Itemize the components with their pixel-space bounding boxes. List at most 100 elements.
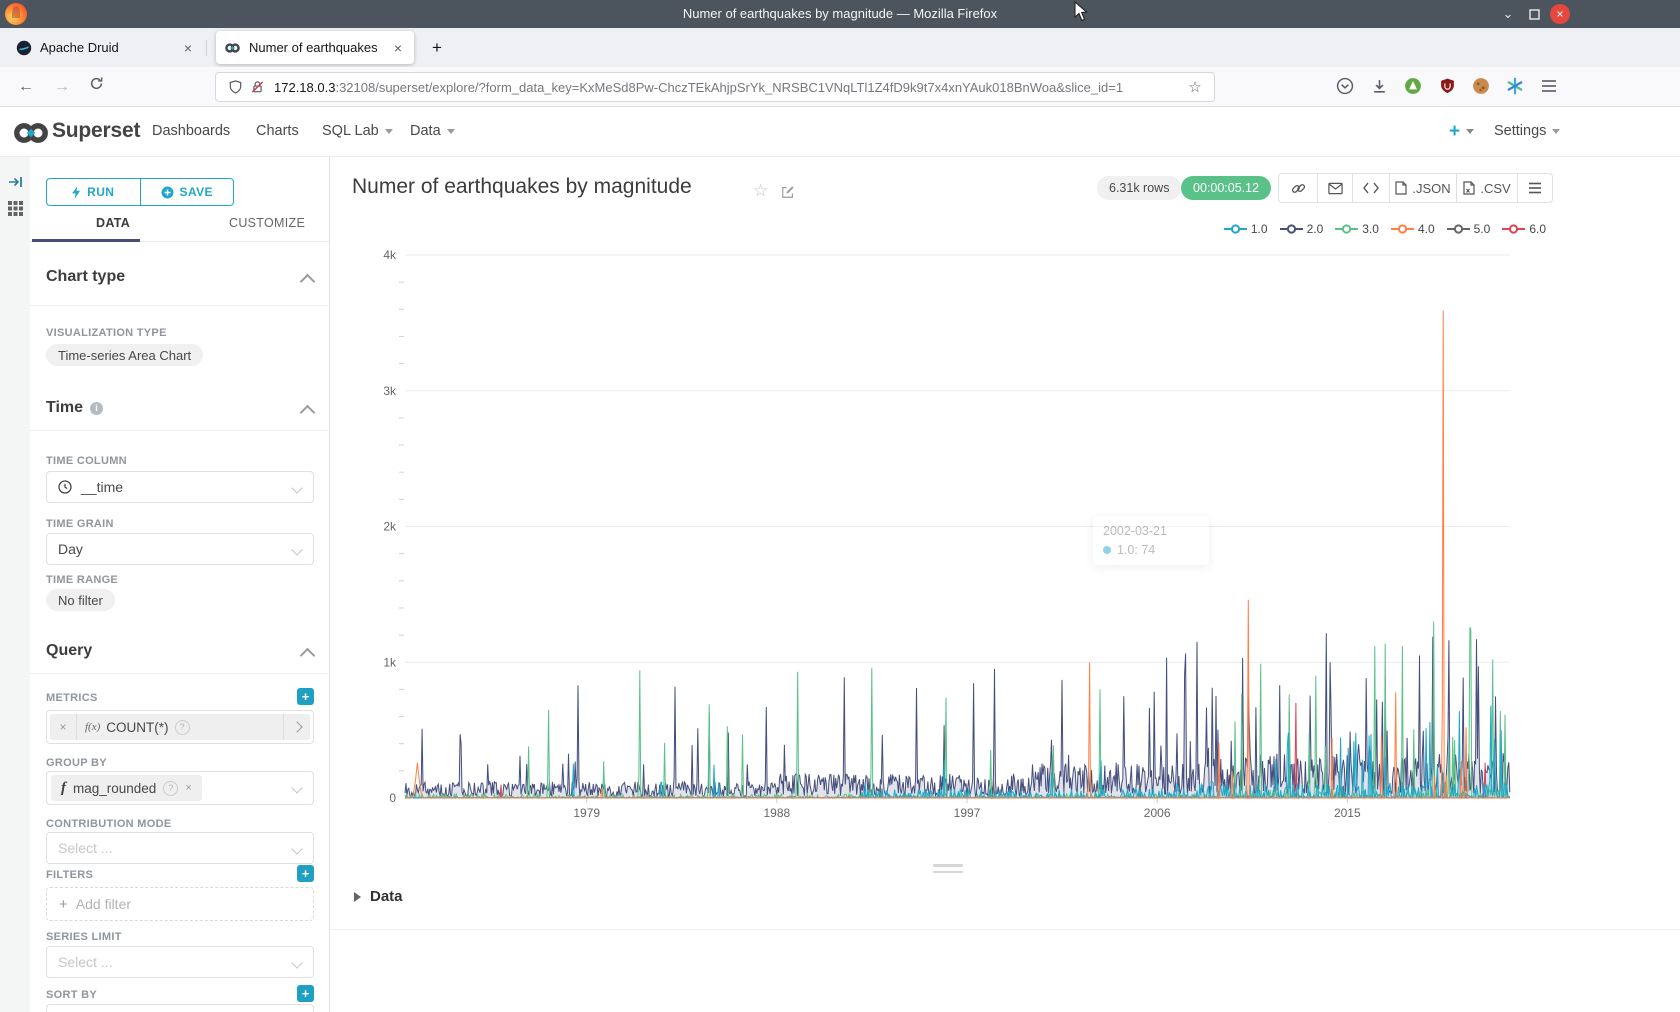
chart-menu-button[interactable] [1518,174,1552,202]
back-button[interactable]: ← [14,75,38,99]
url-text[interactable]: 172.18.0.3:32108/superset/explore/?form_… [274,80,1184,95]
time-grain-label: TIME GRAIN [46,518,114,530]
cookie-icon[interactable] [1470,75,1492,97]
ublock-icon[interactable] [1436,75,1458,97]
plus-icon: + [432,38,442,57]
shield-icon[interactable] [224,76,246,98]
sort-by-select[interactable] [46,1004,314,1012]
legend-item-5.0[interactable]: 5.0 [1447,222,1491,236]
remove-column-icon[interactable]: × [185,782,191,794]
legend-label: 4.0 [1418,222,1435,236]
export-csv-button[interactable]: .CSV [1457,174,1518,202]
legend-item-4.0[interactable]: 4.0 [1391,222,1435,236]
nav-item-dashboards[interactable]: Dashboards [152,123,230,139]
active-tab-indicator [32,239,140,242]
legend-item-3.0[interactable]: 3.0 [1335,222,1379,236]
tab-separator [206,40,207,56]
add-new-button[interactable]: + [1449,121,1474,143]
file-icon [1395,181,1407,195]
superset-logo-icon [12,120,50,146]
caret-right-icon [354,892,361,902]
time-column-select[interactable]: __time [46,471,314,503]
time-range-pill[interactable]: No filter [46,589,115,611]
favorite-star-icon[interactable]: ☆ [753,181,768,201]
run-button[interactable]: RUN [46,178,140,206]
mouse-cursor [1074,1,1089,22]
time-range-label: TIME RANGE [46,574,118,586]
save-button[interactable]: SAVE [140,178,235,206]
superset-brand[interactable]: Superset [52,119,140,143]
add-filter-box[interactable]: + Add filter [46,887,314,921]
pocket-button[interactable] [1334,75,1356,97]
downloads-button[interactable] [1368,75,1390,97]
settings-menu[interactable]: Settings [1494,123,1560,139]
mail-icon [1328,182,1343,195]
insecure-lock-icon[interactable] [246,76,268,98]
add-sort-button[interactable]: + [297,985,314,1002]
left-icon-strip [0,157,30,1012]
window-maximize-button[interactable] [1524,4,1544,24]
y-axis-label: 1k [383,655,397,669]
tab-title: Numer of earthquakes by m [249,40,377,55]
share-link-button[interactable] [1279,174,1318,202]
chart-title: Numer of earthquakes by magnitude [352,175,692,199]
legend-item-2.0[interactable]: 2.0 [1280,222,1324,236]
nav-item-sql-lab[interactable]: SQL Lab [322,123,393,139]
embed-code-button[interactable] [1353,174,1390,202]
nav-item-data[interactable]: Data [410,123,455,139]
time-grain-select[interactable]: Day [46,533,314,565]
tab-close-icon[interactable]: × [390,40,406,56]
collapse-panel-icon[interactable] [8,175,23,189]
window-close-button[interactable]: × [1550,4,1570,24]
metric-pill[interactable]: × f(x) COUNT(*) ? [50,714,310,740]
section-query[interactable]: Query [46,642,92,660]
filters-label: FILTERS [46,869,93,881]
nav-item-charts[interactable]: Charts [256,123,299,139]
reload-button[interactable] [84,75,108,99]
metric-name: COUNT(*) [106,720,168,735]
group-by-select[interactable]: f mag_rounded ? × [46,771,314,805]
email-button[interactable] [1318,174,1353,202]
window-minimize-button[interactable]: ⌄ [1498,4,1518,24]
tab-apache-druid[interactable]: Apache Druid × [8,31,204,64]
add-filter-plus-button[interactable]: + [297,865,314,882]
tab-close-icon[interactable]: × [180,40,196,56]
extension-asterisk-icon[interactable] [1504,75,1526,97]
new-tab-button[interactable]: + [424,35,450,61]
tab-superset-chart[interactable]: Numer of earthquakes by m × [216,31,414,64]
forward-button[interactable]: → [50,75,74,99]
viz-type-pill[interactable]: Time-series Area Chart [46,344,203,366]
caret-down-icon [291,544,302,555]
plus-icon: + [1449,121,1460,142]
tab-data[interactable]: DATA [96,216,130,230]
section-time[interactable]: Timei [46,399,103,417]
hamburger-menu-icon[interactable] [1538,75,1560,97]
y-axis-label: 4k [383,248,397,262]
panel-resize-handle[interactable] [933,864,963,877]
data-panel-toggle[interactable]: Data [354,888,403,905]
add-metric-button[interactable]: + [297,688,314,705]
timeseries-area-chart[interactable]: 01k2k3k4k19791988199720062015 [330,240,1680,840]
legend-item-6.0[interactable]: 6.0 [1502,222,1546,236]
series-limit-select[interactable]: Select ... [46,946,314,978]
x-axis-label: 1979 [573,806,600,820]
contribution-mode-select[interactable]: Select ... [46,832,314,864]
expand-metric-chevron[interactable] [283,714,310,740]
window-title: Numer of earthquakes by magnitude — Mozi… [0,0,1680,28]
tab-bar: Apache Druid × Numer of earthquakes by m… [0,28,1680,67]
url-bar[interactable]: 172.18.0.3:32108/superset/explore/?form_… [215,72,1215,102]
remove-metric-icon[interactable]: × [50,714,77,740]
group-by-pill[interactable]: f mag_rounded ? × [51,775,202,801]
legend-item-1.0[interactable]: 1.0 [1224,222,1268,236]
privacy-badger-icon[interactable] [1402,75,1424,97]
section-chart-type[interactable]: Chart type [46,268,125,286]
legend-marker-icon [1280,224,1303,234]
legend-label: 5.0 [1474,222,1491,236]
datasource-grid-icon[interactable] [8,201,23,216]
y-axis-label: 3k [383,384,397,398]
edit-title-icon[interactable] [781,184,795,204]
export-json-button[interactable]: .JSON [1390,174,1457,202]
bookmark-star-icon[interactable]: ☆ [1184,76,1206,98]
tab-customize[interactable]: CUSTOMIZE [229,216,305,230]
url-path: :32108/superset/explore/?form_data_key=K… [335,80,1123,95]
